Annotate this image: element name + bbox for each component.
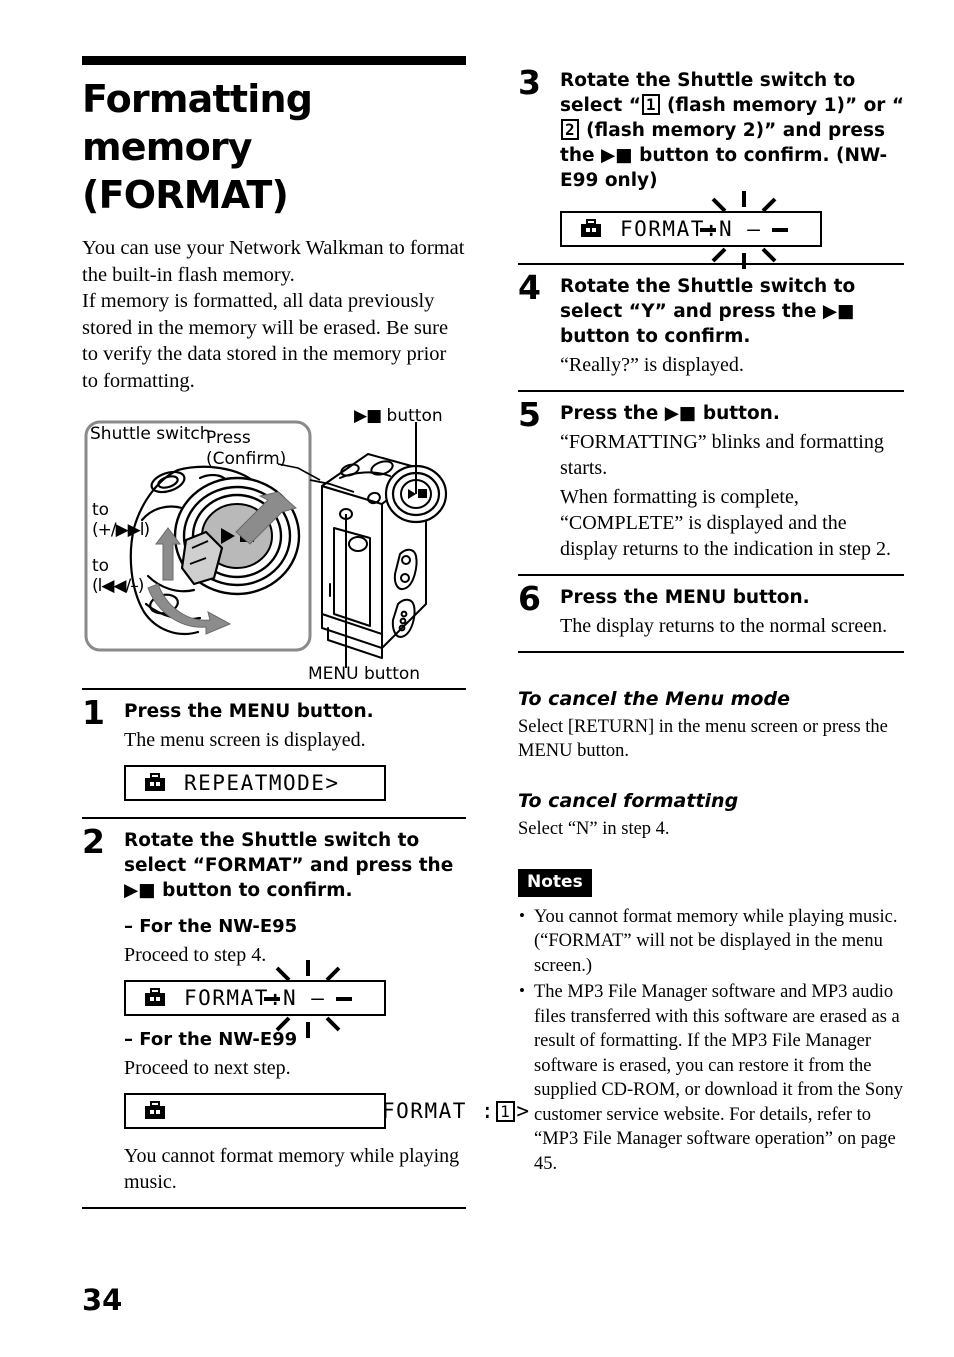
left-column: Formatting memory (FORMAT) You can use y… <box>82 56 529 1209</box>
step-heading: Rotate the Shuttle switch to select “FOR… <box>124 830 454 901</box>
lcd-repeatmode: REPEATMODE> <box>124 765 466 801</box>
flash-memory-1-box: 1 <box>641 94 660 115</box>
intro-paragraph: You can use your Network Walkman to form… <box>82 237 465 392</box>
step-heading: Press the ▶■ button. <box>560 403 780 424</box>
lcd-format-n: FORMAT:N – <box>124 960 466 1038</box>
figure-label-to-back: to <box>92 556 110 576</box>
step-4: 4 Rotate the Shuttle switch to select “Y… <box>518 265 904 390</box>
flash-memory-2-box: 2 <box>561 119 579 140</box>
step-number: 4 <box>518 268 541 307</box>
step-text: The display returns to the normal screen… <box>560 615 888 637</box>
step-text: “Really?” is displayed. <box>560 354 744 376</box>
step-heading: Press the MENU button. <box>124 701 374 722</box>
figure-label-shuttle-switch: Shuttle switch <box>90 424 211 444</box>
step-text: The menu screen is displayed. <box>124 729 366 751</box>
play-stop-icon: ▶■ <box>354 406 382 426</box>
step-text-line1: “FORMATTING” blinks and formatting start… <box>560 431 884 479</box>
cancel-formatting-section: To cancel formatting Select “N” in step … <box>518 789 904 841</box>
cancel-menu-section: To cancel the Menu mode Select [RETURN] … <box>518 687 904 763</box>
title-rule <box>82 56 466 65</box>
note-item: The MP3 File Manager software and MP3 au… <box>518 979 904 1176</box>
notes-section: Notes You cannot format memory while pla… <box>518 868 904 1177</box>
step-heading: Rotate the Shuttle switch to select “Y” … <box>560 276 856 347</box>
toolbox-icon <box>581 219 601 237</box>
step-footnote: You cannot format memory while playing m… <box>124 1145 460 1193</box>
step-heading: Rotate the Shuttle switch to select “1 (… <box>560 68 904 193</box>
step-3: 3 Rotate the Shuttle switch to select “1… <box>518 63 904 269</box>
lcd-memory-box: 1 <box>496 1101 516 1122</box>
toolbox-icon <box>145 1101 165 1119</box>
cancel-formatting-heading: To cancel formatting <box>518 789 739 812</box>
page-title: Formatting memory (FORMAT) <box>82 77 313 217</box>
step-5: 5 Press the ▶■ button. “FORMATTING” blin… <box>518 392 904 574</box>
step-number: 3 <box>518 63 541 102</box>
step-1: 1 Press the MENU button. The menu screen… <box>82 690 466 817</box>
figure-label-play-stop-button: ▶■ button <box>354 406 443 426</box>
step-number: 6 <box>518 579 541 618</box>
figure-label-press-confirm: Press (Confirm) <box>206 428 287 469</box>
cancel-menu-text: Select [RETURN] in the menu screen or pr… <box>518 716 888 761</box>
step-subheading-e99: – For the NW-E99 <box>124 1029 298 1050</box>
toolbox-icon <box>145 773 165 791</box>
step-divider <box>518 651 904 653</box>
step-number: 5 <box>518 395 541 434</box>
step-heading-part3: (flash memory 2)” and press the ▶■ butto… <box>560 120 888 191</box>
cancel-formatting-text: Select “N” in step 4. <box>518 818 670 839</box>
step-6: 6 Press the MENU button. The display ret… <box>518 576 904 651</box>
manual-page: Formatting memory (FORMAT) You can use y… <box>0 0 954 1357</box>
step-subheading-e95: – For the NW-E95 <box>124 916 298 937</box>
step-heading-part2: (flash memory 1)” or “ <box>660 95 905 116</box>
right-column: 3 Rotate the Shuttle switch to select “1… <box>518 63 904 1178</box>
step-2: 2 Rotate the Shuttle switch to select “F… <box>82 819 529 1207</box>
lcd-text: FORMAT:N – <box>620 217 762 241</box>
figure-label-menu-button: MENU button <box>308 664 421 684</box>
step-heading: Press the MENU button. <box>560 587 810 608</box>
step-subtext-e95: Proceed to step 4. <box>124 944 267 966</box>
notes-list: You cannot format memory while playing m… <box>518 904 904 1177</box>
notes-badge: Notes <box>518 868 592 897</box>
step-divider <box>82 1207 466 1209</box>
figure-label-to-back-value: (l◀◀/–) <box>92 576 144 596</box>
figure-label-to-forward-value: (+/▶▶l) <box>92 520 150 540</box>
toolbox-icon <box>145 988 165 1006</box>
step-number: 2 <box>82 822 105 861</box>
lcd-text: REPEATMODE> <box>184 771 340 795</box>
lcd-format-1: FORMAT :1 > <box>124 1093 529 1129</box>
step-text-line2: When formatting is complete, “COMPLETE” … <box>560 486 892 560</box>
note-item: You cannot format memory while playing m… <box>518 904 904 979</box>
step-number: 1 <box>82 693 105 732</box>
cancel-menu-heading: To cancel the Menu mode <box>518 687 790 710</box>
page-number: 34 <box>82 1283 123 1317</box>
device-illustration: Shuttle switch Press (Confirm) to (+/▶▶l… <box>82 406 466 688</box>
lcd-format-n-step3: FORMAT:N – <box>560 191 904 269</box>
lcd-text: FORMAT:N – <box>184 986 326 1010</box>
lcd-text-pre: FORMAT : <box>382 1099 496 1123</box>
figure-label-to-forward: to <box>92 500 110 520</box>
